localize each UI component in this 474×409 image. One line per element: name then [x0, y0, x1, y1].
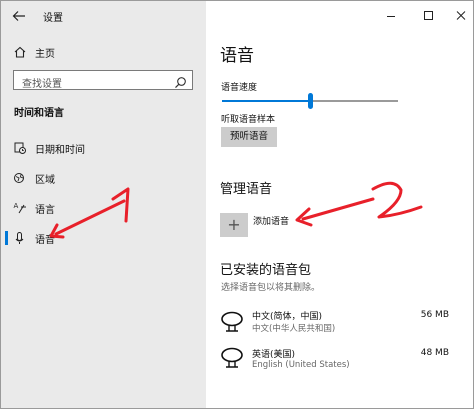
- back-arrow-icon[interactable]: [9, 7, 29, 25]
- region-globe-icon: [13, 170, 27, 184]
- search-input[interactable]: 查找设置: [13, 70, 193, 90]
- sample-label: 听取语音样本: [221, 115, 276, 125]
- speed-slider-fill: [222, 100, 310, 102]
- plus-icon: +: [227, 215, 241, 234]
- sidebar-item-language[interactable]: A 语言: [1, 196, 206, 220]
- search-icon[interactable]: [174, 74, 187, 89]
- add-voice-button[interactable]: +: [220, 213, 248, 237]
- speech-bubble-icon: [220, 311, 244, 333]
- sidebar-item-label: 区域: [35, 175, 55, 186]
- search-placeholder: 查找设置: [22, 79, 62, 90]
- calendar-clock-icon: [13, 140, 27, 154]
- close-icon[interactable]: [451, 7, 471, 25]
- sidebar-item-region[interactable]: 区域: [1, 166, 206, 190]
- speed-slider[interactable]: [222, 93, 398, 109]
- manage-voices-title: 管理语音: [220, 182, 273, 197]
- speed-slider-thumb[interactable]: [308, 93, 313, 109]
- sidebar-item-label: 日期和时间: [35, 145, 85, 156]
- window-title: 设置: [43, 13, 63, 24]
- home-icon: [13, 44, 27, 58]
- title-bar: 设置: [1, 1, 473, 31]
- sidebar-item-label: 主页: [35, 49, 55, 60]
- sidebar-item-date-time[interactable]: 日期和时间: [1, 136, 206, 160]
- installed-packs-title: 已安装的语音包: [220, 263, 312, 278]
- voice-pack-subtitle: English (United States): [252, 360, 350, 370]
- sidebar-item-speech[interactable]: 语音: [1, 226, 206, 250]
- sidebar-section-title: 时间和语言: [14, 108, 64, 119]
- minimize-icon[interactable]: [381, 7, 401, 25]
- installed-packs-hint: 选择语音包以将其删除。: [221, 283, 321, 293]
- svg-text:A: A: [14, 202, 19, 210]
- sidebar-item-home[interactable]: 主页: [1, 40, 206, 64]
- voice-pack-subtitle: 中文(中华人民共和国): [252, 324, 336, 334]
- microphone-icon: [13, 230, 27, 244]
- maximize-icon[interactable]: [418, 7, 438, 25]
- voice-pack-size: 56 MB: [420, 310, 449, 320]
- language-icon: A: [13, 200, 27, 214]
- speed-label: 语音速度: [221, 83, 258, 93]
- add-voice-label[interactable]: 添加语音: [253, 214, 289, 227]
- voice-pack-name: 英语(美国): [252, 350, 296, 360]
- active-indicator: [5, 231, 8, 245]
- preview-voice-button[interactable]: 预听语音: [221, 127, 277, 147]
- sidebar-item-label: 语言: [35, 205, 55, 216]
- voice-pack-name: 中文(简体，中国): [252, 312, 323, 322]
- sidebar-item-label: 语音: [35, 235, 55, 246]
- settings-window: 主页 查找设置 时间和语言 日期和时间 区域 A 语言 语音 语音 语音速度 听…: [0, 0, 474, 409]
- voice-pack-size: 48 MB: [420, 348, 449, 358]
- main-content: 语音 语音速度 听取语音样本 预听语音 管理语音 + 添加语音 已安装的语音包 …: [206, 1, 473, 408]
- page-title: 语音: [220, 46, 254, 66]
- speech-bubble-icon: [220, 347, 244, 369]
- sidebar: 主页 查找设置 时间和语言 日期和时间 区域 A 语言 语音: [1, 1, 206, 408]
